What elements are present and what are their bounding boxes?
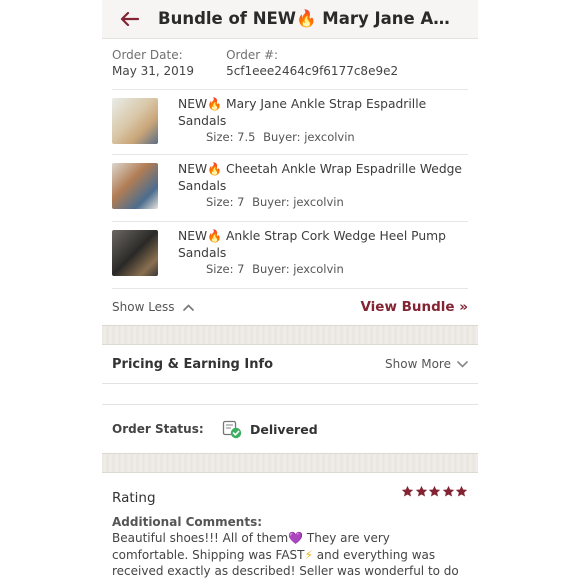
item-thumbnail[interactable] — [112, 98, 158, 144]
bundle-item[interactable]: NEW🔥 Mary Jane Ankle Strap Espadrille Sa… — [112, 89, 468, 154]
show-more-button[interactable]: Show More — [385, 357, 468, 371]
order-date-value: May 31, 2019 — [112, 64, 195, 78]
show-less-label: Show Less — [112, 300, 175, 314]
back-button[interactable] — [102, 0, 158, 38]
purple-heart-icon: 💜 — [288, 531, 304, 545]
view-bundle-link[interactable]: View Bundle » — [360, 299, 468, 315]
item-size: Size: 7 — [206, 262, 245, 276]
chevron-up-icon — [182, 303, 194, 311]
item-details: NEW🔥 Cheetah Ankle Wrap Espadrille Wedge… — [178, 155, 468, 210]
item-buyer: Buyer: jexcolvin — [252, 195, 344, 209]
star-icon — [455, 485, 468, 497]
item-meta: Size: 7.5 Buyer: jexcolvin — [178, 129, 468, 145]
lightning-icon: ⚡ — [304, 547, 313, 562]
item-thumbnail[interactable] — [112, 230, 158, 276]
order-date-label: Order Date: — [112, 48, 183, 62]
order-meta: Order Date: May 31, 2019 Order #: 5cf1ee… — [102, 39, 478, 89]
order-number: Order #: 5cf1eee2464c9f6177c8e9e2 — [226, 47, 398, 89]
arrow-left-icon — [120, 12, 140, 26]
item-title: NEW🔥 Ankle Strap Cork Wedge Heel Pump Sa… — [178, 229, 446, 260]
rating-label: Rating — [112, 490, 156, 506]
order-status: Order Status: Delivered — [102, 404, 478, 453]
additional-comments: Additional Comments: Beautiful shoes!!! … — [102, 506, 478, 580]
section-divider — [102, 453, 478, 473]
chevron-down-icon — [457, 360, 468, 368]
star-icon — [415, 485, 427, 497]
star-icon — [442, 485, 454, 497]
bundle-item[interactable]: NEW🔥 Ankle Strap Cork Wedge Heel Pump Sa… — [112, 221, 468, 288]
item-title: NEW🔥 Mary Jane Ankle Strap Espadrille Sa… — [178, 97, 427, 128]
order-details-screen: Bundle of NEW🔥 Mary Jane Ankle Strap Esp… — [102, 0, 478, 580]
pricing-title: Pricing & Earning Info — [112, 356, 274, 372]
item-size: Size: 7.5 — [206, 130, 256, 144]
item-title: NEW🔥 Cheetah Ankle Wrap Espadrille Wedge… — [178, 162, 462, 193]
section-divider — [102, 325, 478, 345]
item-buyer: Buyer: jexcolvin — [263, 130, 355, 144]
pricing-section[interactable]: Pricing & Earning Info Show More — [102, 345, 478, 384]
order-number-label: Order #: — [226, 48, 279, 62]
order-date: Order Date: May 31, 2019 — [112, 47, 194, 89]
bundle-actions: Show Less View Bundle » — [112, 288, 468, 325]
rating-stars — [401, 485, 469, 506]
comments-text: Beautiful shoes!!! All of them💜 They are… — [112, 531, 459, 578]
item-details: NEW🔥 Mary Jane Ankle Strap Espadrille Sa… — [178, 90, 468, 145]
page-title: Bundle of NEW🔥 Mary Jane Ankle Strap Esp… — [158, 9, 458, 28]
delivered-icon — [222, 420, 242, 439]
item-details: NEW🔥 Ankle Strap Cork Wedge Heel Pump Sa… — [178, 222, 468, 277]
star-icon — [428, 485, 441, 497]
comments-label: Additional Comments: — [112, 515, 263, 529]
item-meta: Size: 7 Buyer: jexcolvin — [178, 194, 468, 210]
bundle-item[interactable]: NEW🔥 Cheetah Ankle Wrap Espadrille Wedge… — [112, 154, 468, 221]
app-header: Bundle of NEW🔥 Mary Jane Ankle Strap Esp… — [102, 0, 478, 39]
show-less-button[interactable]: Show Less — [112, 300, 194, 314]
star-icon — [401, 485, 414, 497]
show-more-label: Show More — [385, 357, 451, 371]
order-status-value: Delivered — [250, 421, 318, 437]
item-buyer: Buyer: jexcolvin — [252, 262, 344, 276]
rating-section: Rating — [102, 473, 478, 506]
fire-icon: 🔥 — [207, 162, 223, 176]
order-number-value: 5cf1eee2464c9f6177c8e9e2 — [226, 64, 399, 78]
item-thumbnail[interactable] — [112, 163, 158, 209]
item-meta: Size: 7 Buyer: jexcolvin — [178, 261, 468, 277]
order-status-label: Order Status: — [112, 422, 204, 436]
item-size: Size: 7 — [206, 195, 245, 209]
fire-icon: 🔥 — [207, 97, 223, 111]
fire-icon: 🔥 — [207, 229, 223, 243]
